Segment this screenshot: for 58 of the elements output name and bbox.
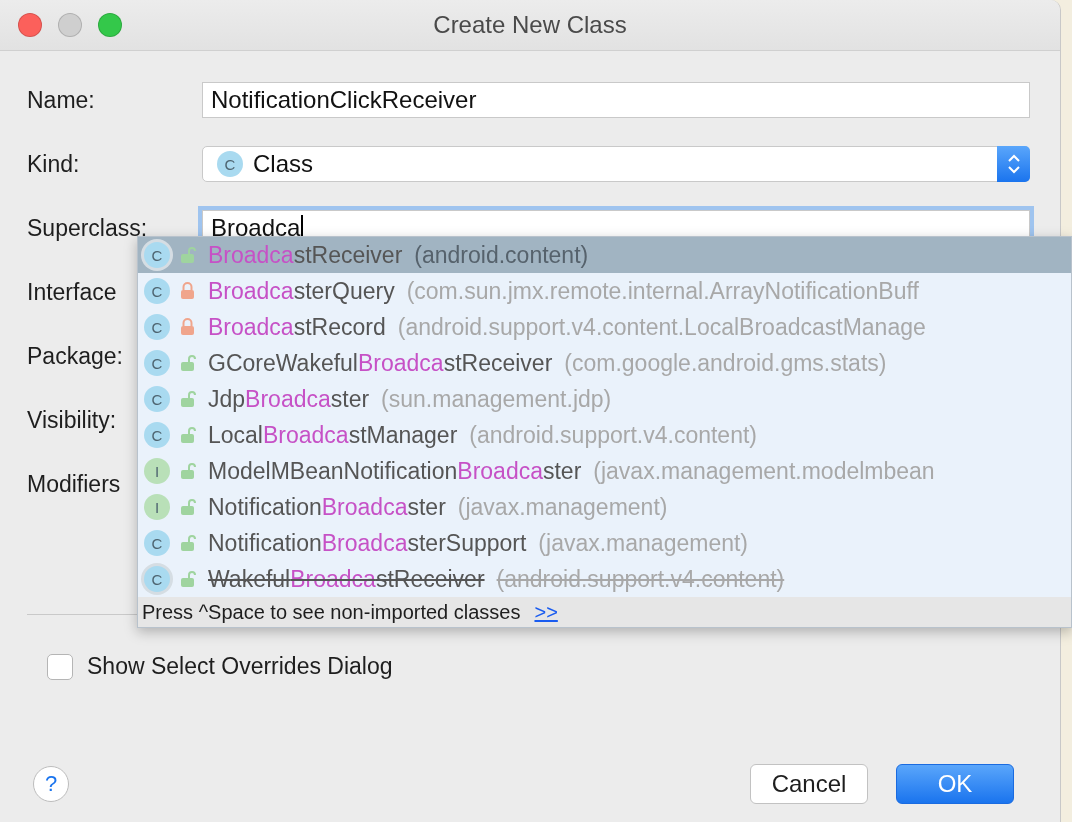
- field-label: Modifiers: [27, 470, 121, 498]
- package-name: (javax.management): [457, 493, 668, 521]
- package-name: (android.support.v4.content): [496, 565, 785, 593]
- kind-dropdown[interactable]: C Class: [202, 146, 1030, 182]
- completion-item[interactable]: C BroadcastReceiver (android.content): [138, 237, 1071, 273]
- completion-item[interactable]: I NotificationBroadcaster (javax.management): [138, 489, 1071, 525]
- field-label: Name:: [27, 86, 95, 114]
- checkbox[interactable]: [47, 653, 73, 680]
- close-button[interactable]: [18, 13, 42, 37]
- hint-text: Press ^Space to see non-imported classes: [142, 600, 521, 624]
- class-name: BroadcastRecord: [208, 313, 386, 341]
- ok-button[interactable]: OK: [896, 764, 1014, 804]
- zoom-button[interactable]: [98, 13, 122, 37]
- class-icon: C: [144, 314, 170, 340]
- completion-item[interactable]: C WakefulBroadcastReceiver (android.support.v4.content): [138, 561, 1071, 597]
- completion-item[interactable]: I ModelMBeanNotificationBroadcaster (javax.management.modelmbean: [138, 453, 1071, 489]
- package-name: (javax.management.modelmbean: [593, 457, 935, 485]
- class-icon: C: [144, 242, 170, 268]
- field-label: Package:: [27, 342, 123, 370]
- completion-item[interactable]: C BroadcasterQuery (com.sun.jmx.remote.internal.ArrayNotificationBuff: [138, 273, 1071, 309]
- field-label: Kind:: [27, 150, 80, 178]
- interface-icon: I: [144, 458, 170, 484]
- package-name: (javax.management): [538, 529, 748, 557]
- class-icon: C: [144, 278, 170, 304]
- class-name: LocalBroadcastManager: [208, 421, 458, 449]
- help-button[interactable]: ?: [33, 766, 69, 802]
- package-name: (com.google.android.gms.stats): [564, 349, 887, 377]
- package-name: (sun.management.jdp): [381, 385, 612, 413]
- completion-item[interactable]: C LocalBroadcastManager (android.support.v4.content): [138, 417, 1071, 453]
- class-icon: C: [144, 386, 170, 412]
- package-name: (android.support.v4.content): [469, 421, 757, 449]
- cancel-button[interactable]: Cancel: [750, 764, 868, 804]
- field-label: Visibility:: [27, 406, 117, 434]
- name-field[interactable]: NotificationClickReceiver: [202, 82, 1030, 118]
- field-label: Interface: [27, 278, 117, 306]
- class-name: NotificationBroadcaster: [208, 493, 446, 521]
- window-title: Create New Class: [433, 11, 627, 39]
- more-link[interactable]: >>: [534, 600, 558, 624]
- chevron-updown-icon: [1006, 153, 1021, 175]
- package-name: (com.sun.jmx.remote.internal.ArrayNotificationBuff: [406, 277, 919, 305]
- completion-item[interactable]: C GCoreWakefulBroadcastReceiver (com.google.android.gms.stats): [138, 345, 1071, 381]
- class-icon: C: [144, 350, 170, 376]
- class-icon: C: [144, 566, 170, 592]
- class-name: BroadcasterQuery: [208, 277, 395, 305]
- class-name: GCoreWakefulBroadcastReceiver: [208, 349, 553, 377]
- class-icon: C: [144, 530, 170, 556]
- checkbox-label: Show Select Overrides Dialog: [87, 653, 393, 680]
- class-icon: C: [144, 422, 170, 448]
- completion-item[interactable]: C JdpBroadcaster (sun.management.jdp): [138, 381, 1071, 417]
- class-name: ModelMBeanNotificationBroadcaster: [208, 457, 582, 485]
- class-name: WakefulBroadcastReceiver: [208, 565, 485, 593]
- completion-item[interactable]: C BroadcastRecord (android.support.v4.content.LocalBroadcastManage: [138, 309, 1071, 345]
- interface-icon: I: [144, 494, 170, 520]
- class-name: NotificationBroadcasterSupport: [208, 529, 527, 557]
- package-name: (android.support.v4.content.LocalBroadcastManage: [397, 313, 926, 341]
- class-name: JdpBroadcaster: [208, 385, 370, 413]
- minimize-button[interactable]: [58, 13, 82, 37]
- completion-item[interactable]: C NotificationBroadcasterSupport (javax.management): [138, 525, 1071, 561]
